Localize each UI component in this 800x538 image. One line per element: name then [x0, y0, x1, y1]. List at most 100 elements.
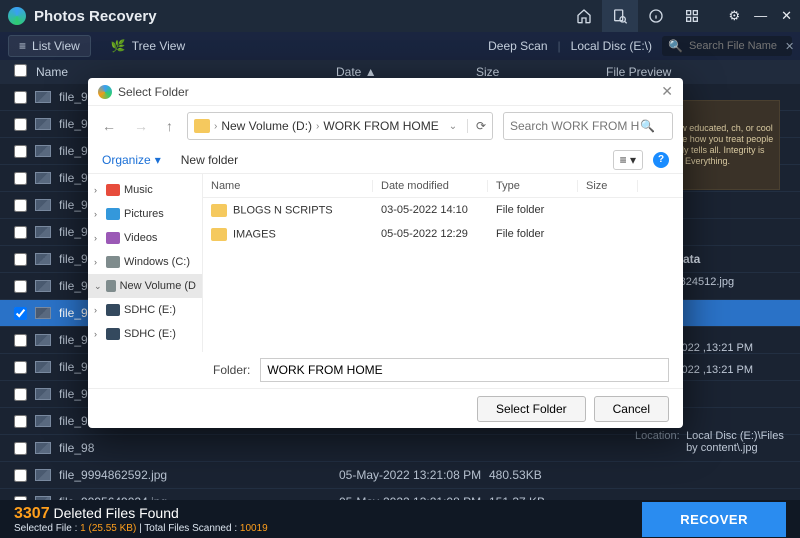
chevron-icon[interactable]: ›: [94, 185, 102, 195]
search-icon: 🔍: [668, 39, 683, 53]
select-all-checkbox[interactable]: [14, 64, 27, 77]
file-row[interactable]: file_9995649024.jpg05-May-2022 13:21:08 …: [0, 489, 800, 500]
nav-up-icon[interactable]: ↑: [162, 114, 177, 138]
row-filename: file_98: [59, 441, 339, 455]
tree-item-label: Videos: [124, 232, 157, 244]
nav-tree: ›Music›Pictures›Videos›Windows (C:)⌄New …: [88, 174, 203, 352]
file-row[interactable]: file_9994862592.jpg05-May-2022 13:21:08 …: [0, 462, 800, 489]
image-file-icon: [35, 415, 51, 427]
dialog-title: Select Folder: [118, 85, 661, 99]
col-preview: File Preview: [606, 65, 786, 79]
row-checkbox[interactable]: [14, 361, 27, 374]
fcol-date[interactable]: Date modified: [373, 180, 488, 192]
row-size: 480.53KB: [489, 468, 609, 482]
tree-item[interactable]: ›SDHC (E:): [88, 298, 202, 322]
row-checkbox[interactable]: [14, 91, 27, 104]
chevron-right-icon: ›: [316, 121, 319, 132]
dialog-close-icon[interactable]: ✕: [661, 83, 673, 100]
minimize-icon[interactable]: —: [754, 8, 767, 24]
col-date[interactable]: Date ▲: [336, 65, 476, 79]
chevron-icon[interactable]: ›: [94, 233, 102, 243]
crumb-drive[interactable]: New Volume (D:): [221, 119, 312, 133]
dialog-search-input[interactable]: [510, 119, 640, 133]
folder-row[interactable]: IMAGES05-05-2022 12:29File folder: [203, 222, 683, 246]
search-doc-icon[interactable]: [602, 0, 638, 32]
image-file-icon: [35, 280, 51, 292]
search-box[interactable]: 🔍 ✕: [662, 36, 792, 56]
row-checkbox[interactable]: [14, 253, 27, 266]
nav-back-icon[interactable]: ←: [98, 114, 120, 138]
row-checkbox[interactable]: [14, 334, 27, 347]
info-icon[interactable]: [638, 0, 674, 32]
tree-item[interactable]: ›Music: [88, 178, 202, 202]
row-checkbox[interactable]: [14, 307, 27, 320]
folder-label: Folder:: [213, 363, 250, 377]
row-checkbox[interactable]: [14, 118, 27, 131]
cancel-button[interactable]: Cancel: [594, 396, 669, 422]
row-checkbox[interactable]: [14, 415, 27, 428]
tree-item-icon: [106, 304, 120, 316]
folder-name: IMAGES: [233, 228, 276, 240]
chevron-icon[interactable]: ›: [94, 209, 102, 219]
image-file-icon: [35, 253, 51, 265]
image-file-icon: [35, 172, 51, 184]
tree-item-icon: [106, 328, 120, 340]
organize-button[interactable]: Organize▾: [102, 153, 161, 167]
image-file-icon: [35, 226, 51, 238]
select-folder-dialog: Select Folder ✕ ← → ↑ › New Volume (D:) …: [88, 78, 683, 428]
home-icon[interactable]: [566, 0, 602, 32]
folder-row[interactable]: BLOGS N SCRIPTS03-05-2022 14:10File fold…: [203, 198, 683, 222]
fcol-name[interactable]: Name: [203, 180, 373, 192]
chevron-icon[interactable]: ›: [94, 305, 102, 315]
help-icon[interactable]: ?: [653, 152, 669, 168]
fcol-type[interactable]: Type: [488, 180, 578, 192]
refresh-icon[interactable]: ⟳: [467, 119, 486, 133]
dialog-search-box[interactable]: 🔍: [503, 112, 673, 140]
grid-icon[interactable]: [674, 0, 710, 32]
row-checkbox[interactable]: [14, 145, 27, 158]
close-icon[interactable]: ✕: [781, 8, 792, 24]
select-folder-button[interactable]: Select Folder: [477, 396, 586, 422]
col-size[interactable]: Size: [476, 65, 606, 79]
tree-item[interactable]: ›SDHC (E:): [88, 322, 202, 346]
view-mode-button[interactable]: ≡ ▾: [613, 150, 643, 170]
deep-scan-label: Deep Scan: [478, 39, 557, 53]
tree-item-label: Pictures: [124, 208, 164, 220]
new-folder-button[interactable]: New folder: [181, 153, 238, 167]
chevron-icon[interactable]: ›: [94, 257, 102, 267]
row-checkbox[interactable]: [14, 469, 27, 482]
row-filename: file_9994862592.jpg: [59, 468, 339, 482]
folder-input[interactable]: [260, 358, 669, 382]
tree-view-button[interactable]: 🌿Tree View: [101, 36, 195, 56]
col-name[interactable]: Name: [36, 65, 336, 79]
row-checkbox[interactable]: [14, 226, 27, 239]
row-checkbox[interactable]: [14, 199, 27, 212]
search-input[interactable]: [689, 40, 779, 52]
clear-search-icon[interactable]: ✕: [785, 40, 794, 53]
breadcrumb[interactable]: › New Volume (D:) › WORK FROM HOME ⌄ ⟳: [187, 112, 493, 140]
search-icon: 🔍: [640, 119, 655, 133]
fcol-size[interactable]: Size: [578, 180, 638, 192]
tree-item[interactable]: › Pictures: [88, 202, 202, 226]
chevron-down-icon[interactable]: ⌄: [449, 121, 457, 132]
tree-item-icon: [106, 232, 120, 244]
row-checkbox[interactable]: [14, 172, 27, 185]
row-checkbox[interactable]: [14, 442, 27, 455]
chevron-icon[interactable]: ⌄: [94, 281, 102, 292]
row-checkbox[interactable]: [14, 388, 27, 401]
recover-button[interactable]: RECOVER: [642, 502, 786, 537]
tree-item[interactable]: ›Windows (C:): [88, 250, 202, 274]
settings-icon[interactable]: ⚙: [728, 8, 740, 24]
folder-name: BLOGS N SCRIPTS: [233, 204, 333, 216]
dialog-logo-icon: [98, 85, 112, 99]
list-view-button[interactable]: ≡List View: [8, 35, 91, 57]
crumb-folder[interactable]: WORK FROM HOME: [323, 119, 438, 133]
nav-forward-icon[interactable]: →: [130, 114, 152, 138]
drive-icon: [194, 119, 210, 133]
tree-item[interactable]: › Videos: [88, 226, 202, 250]
row-checkbox[interactable]: [14, 280, 27, 293]
chevron-icon[interactable]: ›: [94, 329, 102, 339]
image-file-icon: [35, 442, 51, 454]
tree-item[interactable]: ⌄New Volume (D: [88, 274, 202, 298]
chevron-right-icon: ›: [214, 121, 217, 132]
